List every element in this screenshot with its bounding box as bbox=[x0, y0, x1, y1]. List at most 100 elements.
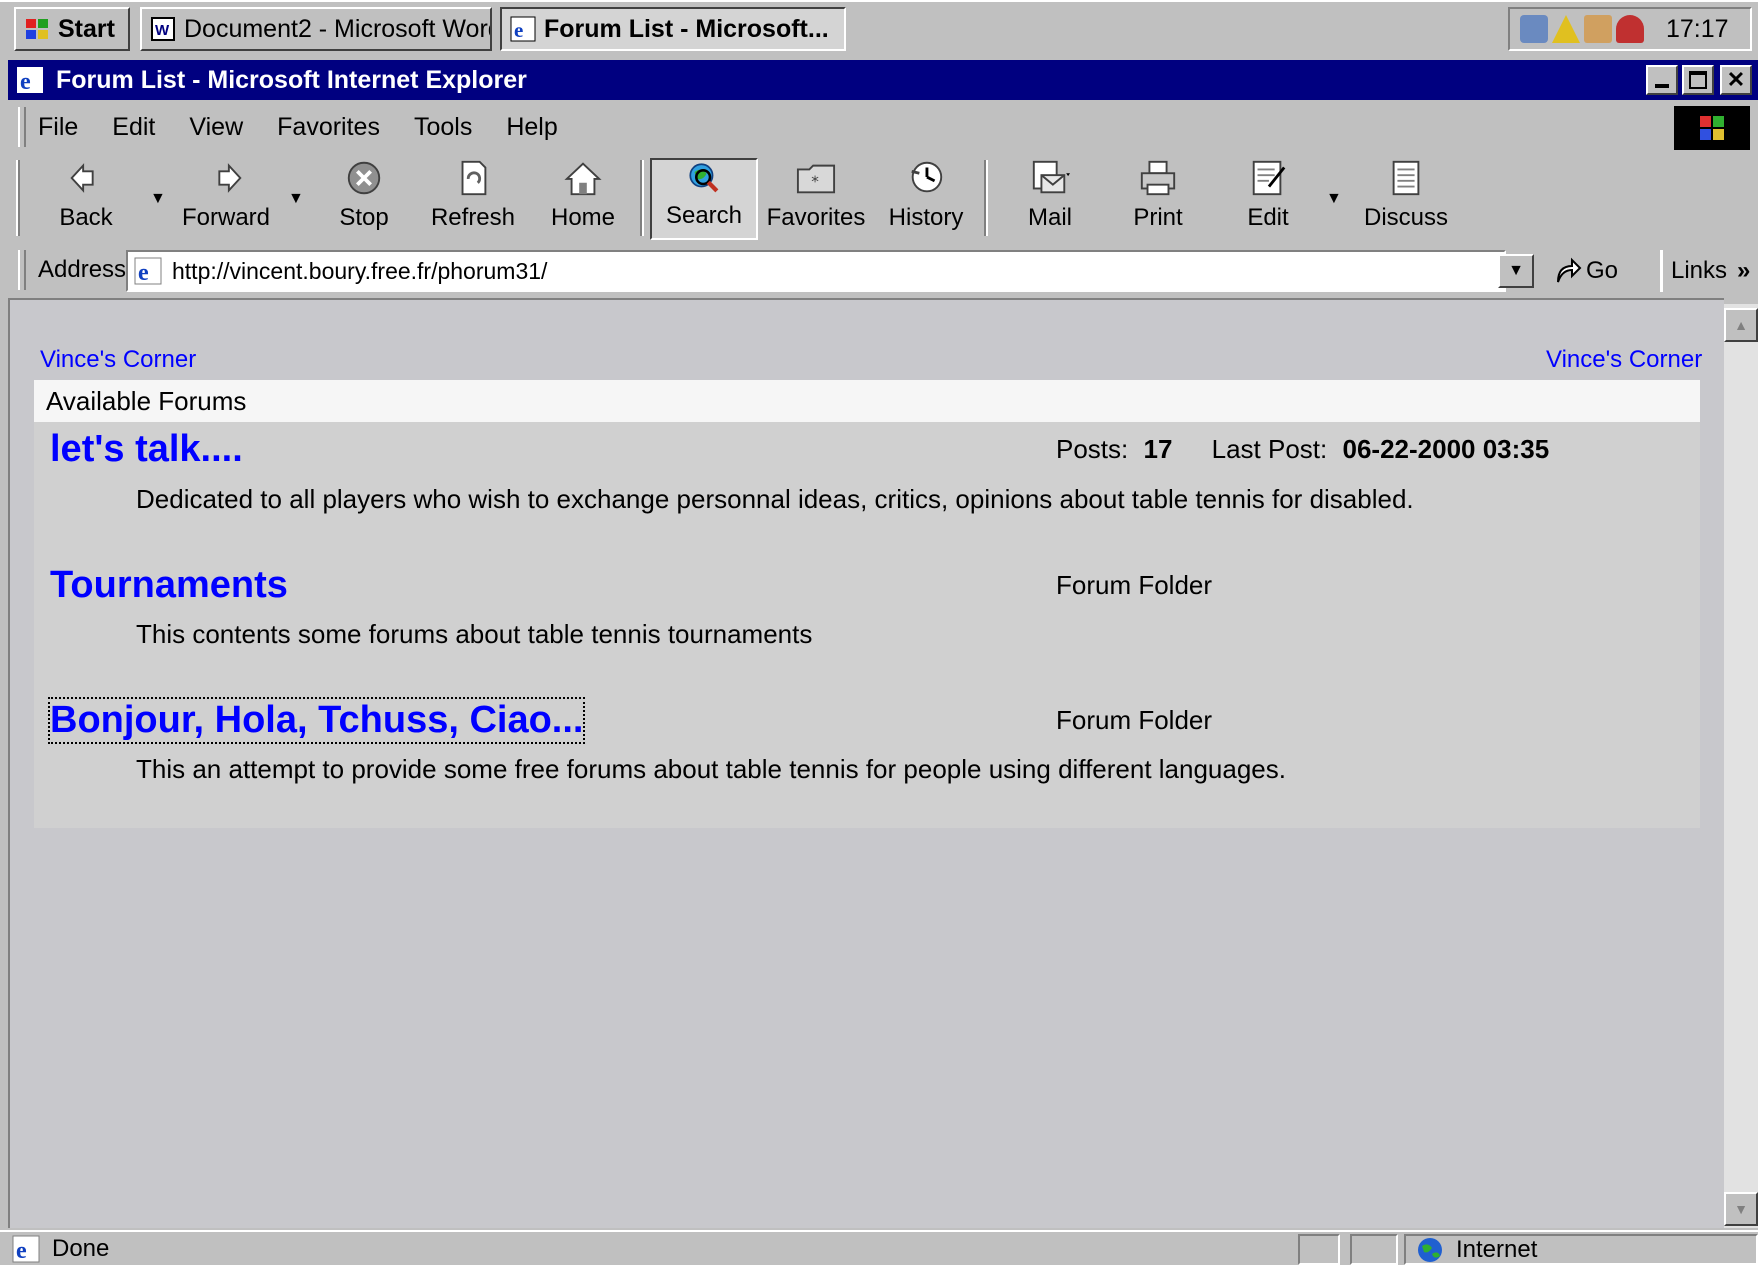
search-label: Search bbox=[665, 202, 743, 229]
clock[interactable]: 17:17 bbox=[1666, 15, 1729, 44]
edit-dropdown[interactable]: ▼ bbox=[1326, 190, 1342, 208]
back-label: Back bbox=[59, 204, 113, 231]
forum-description: This contents some forums about table te… bbox=[136, 619, 813, 649]
network-icon[interactable] bbox=[1520, 15, 1548, 43]
scheduler-icon[interactable] bbox=[1584, 15, 1612, 43]
print-button[interactable]: Print bbox=[1112, 158, 1204, 240]
warning-icon[interactable] bbox=[1552, 15, 1580, 43]
forum-title-link[interactable]: Tournaments bbox=[50, 564, 288, 607]
address-label: Address bbox=[38, 256, 127, 283]
chevron-down-icon: ▼ bbox=[150, 190, 166, 207]
menu-file[interactable]: File bbox=[38, 113, 78, 142]
print-label: Print bbox=[1133, 204, 1183, 231]
minimize-icon bbox=[1655, 84, 1669, 88]
forward-button[interactable]: Forward bbox=[170, 158, 282, 240]
toolbar-separator bbox=[640, 160, 644, 236]
menu-edit[interactable]: Edit bbox=[112, 113, 155, 142]
chevron-down-icon: ▼ bbox=[1508, 262, 1524, 279]
forward-dropdown[interactable]: ▼ bbox=[288, 190, 304, 208]
chevron-up-icon: ▲ bbox=[1734, 317, 1748, 333]
svg-text:e: e bbox=[138, 260, 149, 285]
taskbar-item-label: Forum List - Microsoft... bbox=[544, 14, 829, 43]
edit-button[interactable]: Edit bbox=[1222, 158, 1314, 240]
mail-button[interactable]: Mail bbox=[996, 158, 1104, 240]
refresh-icon bbox=[461, 160, 487, 196]
windows-logo-icon bbox=[26, 19, 48, 39]
scroll-up-button[interactable]: ▲ bbox=[1724, 308, 1758, 342]
menu-view[interactable]: View bbox=[189, 113, 243, 142]
mail-icon bbox=[1032, 160, 1070, 194]
address-input[interactable]: e http://vincent.boury.free.fr/phorum31/ bbox=[126, 250, 1506, 292]
back-button[interactable]: Back bbox=[40, 158, 132, 240]
search-button[interactable]: Search bbox=[650, 158, 758, 240]
title-bar: e Forum List - Microsoft Internet Explor… bbox=[8, 60, 1758, 100]
section-header-text: Available Forums bbox=[46, 385, 247, 416]
scroll-down-button[interactable]: ▼ bbox=[1724, 1192, 1758, 1226]
forum-folder-label: Forum Folder bbox=[1056, 705, 1213, 735]
forum-title-link[interactable]: Bonjour, Hola, Tchuss, Ciao... bbox=[47, 697, 586, 744]
svg-text:e: e bbox=[20, 69, 31, 94]
go-arrow-icon bbox=[1557, 257, 1582, 283]
home-button[interactable]: Home bbox=[536, 158, 630, 240]
section-header: Available Forums bbox=[34, 380, 1700, 422]
discuss-button[interactable]: Discuss bbox=[1350, 158, 1462, 240]
vertical-scrollbar[interactable] bbox=[1724, 304, 1758, 1228]
minimize-button[interactable] bbox=[1646, 65, 1678, 95]
address-dropdown[interactable]: ▼ bbox=[1498, 254, 1534, 288]
go-button[interactable]: Go bbox=[1552, 250, 1648, 292]
back-dropdown[interactable]: ▼ bbox=[150, 190, 166, 208]
vinces-corner-link-right[interactable]: Vince's Corner bbox=[1546, 346, 1702, 374]
history-button[interactable]: History bbox=[876, 158, 976, 240]
addressbar-grip[interactable] bbox=[18, 250, 26, 290]
forward-label: Forward bbox=[181, 204, 271, 231]
svg-text:e: e bbox=[514, 18, 523, 42]
svg-text:e: e bbox=[16, 1238, 27, 1263]
home-icon bbox=[564, 162, 602, 196]
windows-logo-icon bbox=[1700, 116, 1724, 140]
restore-button[interactable] bbox=[1682, 65, 1714, 95]
posts-label: Posts: bbox=[1056, 434, 1129, 464]
menubar-grip[interactable] bbox=[18, 107, 26, 147]
last-post-label: Last Post: bbox=[1211, 434, 1328, 464]
menu-tools[interactable]: Tools bbox=[414, 113, 472, 142]
links-label: Links bbox=[1671, 257, 1728, 284]
edit-page-icon bbox=[1252, 160, 1286, 196]
globe-icon bbox=[1418, 1237, 1442, 1262]
close-button[interactable]: ✕ bbox=[1720, 65, 1752, 95]
refresh-button[interactable]: Refresh bbox=[420, 158, 526, 240]
menu-help[interactable]: Help bbox=[506, 113, 557, 142]
history-icon bbox=[911, 161, 943, 193]
forward-arrow-icon bbox=[218, 163, 242, 193]
favorites-button[interactable]: * Favorites bbox=[762, 158, 870, 240]
status-cell bbox=[1298, 1234, 1340, 1265]
toolbar-grip[interactable] bbox=[16, 160, 20, 236]
taskbar-item-label: Document2 - Microsoft Word bbox=[184, 14, 492, 43]
back-arrow-icon bbox=[70, 163, 94, 193]
stop-icon bbox=[347, 161, 381, 195]
last-post-date: 06-22-2000 03:35 bbox=[1342, 434, 1550, 464]
taskbar-item-word[interactable]: W Document2 - Microsoft Word bbox=[140, 7, 492, 51]
status-cell bbox=[1350, 1234, 1398, 1265]
taskbar-item-ie[interactable]: e Forum List - Microsoft... bbox=[500, 7, 846, 51]
forum-description: Dedicated to all players who wish to exc… bbox=[136, 484, 1414, 514]
ie-page-icon: e bbox=[12, 1235, 40, 1263]
chevron-down-icon: ▼ bbox=[288, 190, 304, 207]
address-url: http://vincent.boury.free.fr/phorum31/ bbox=[172, 257, 548, 284]
vinces-corner-link-left[interactable]: Vince's Corner bbox=[40, 346, 196, 374]
users-icon[interactable] bbox=[1616, 15, 1644, 43]
stop-button[interactable]: Stop bbox=[318, 158, 410, 240]
svg-text:W: W bbox=[155, 22, 170, 39]
chevron-down-icon: ▼ bbox=[1734, 1201, 1748, 1217]
links-toolbar[interactable]: Links » bbox=[1660, 250, 1758, 292]
forum-title-link[interactable]: let's talk.... bbox=[50, 428, 243, 471]
start-button[interactable]: Start bbox=[14, 7, 130, 51]
chevron-down-icon: ▼ bbox=[1326, 190, 1342, 207]
go-label: Go bbox=[1586, 257, 1619, 284]
chevron-right-icon: » bbox=[1737, 257, 1751, 284]
stop-label: Stop bbox=[339, 204, 389, 231]
history-label: History bbox=[888, 204, 964, 231]
posts-count: 17 bbox=[1143, 434, 1173, 464]
security-zone[interactable]: Internet bbox=[1404, 1234, 1758, 1265]
favorites-label: Favorites bbox=[766, 204, 866, 231]
menu-favorites[interactable]: Favorites bbox=[277, 113, 380, 142]
